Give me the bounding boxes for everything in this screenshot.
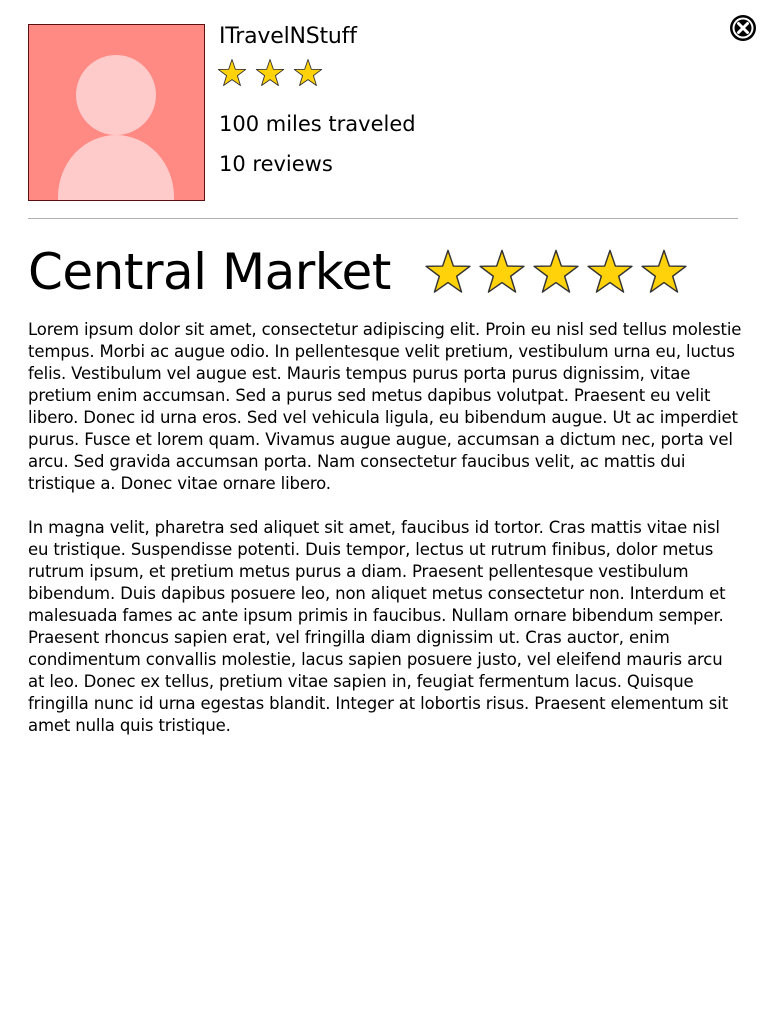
- divider: [28, 218, 738, 219]
- close-button[interactable]: [729, 14, 757, 42]
- place-rating-stars: [424, 248, 688, 296]
- review-page: ITravelNStuff 100 miles traveled 10 revi…: [0, 0, 768, 1024]
- review-body: Lorem ipsum dolor sit amet, consectetur …: [28, 319, 742, 759]
- star-icon: [425, 249, 471, 293]
- star-icon: [217, 59, 247, 86]
- place-title: Central Market: [28, 243, 391, 301]
- username: ITravelNStuff: [219, 24, 357, 49]
- avatar: [28, 24, 205, 201]
- star-icon: [479, 249, 525, 293]
- person-icon: [58, 55, 174, 200]
- review-count: 10 reviews: [219, 152, 333, 176]
- user-rating-stars: [217, 58, 323, 88]
- miles-traveled: 100 miles traveled: [219, 112, 416, 136]
- star-icon: [293, 59, 323, 86]
- review-paragraph: In magna velit, pharetra sed aliquet sit…: [28, 518, 729, 735]
- star-icon: [587, 249, 633, 293]
- close-icon: [730, 15, 756, 41]
- review-paragraph: Lorem ipsum dolor sit amet, consectetur …: [28, 320, 742, 493]
- star-icon: [533, 249, 579, 293]
- star-icon: [641, 249, 687, 293]
- star-icon: [255, 59, 285, 86]
